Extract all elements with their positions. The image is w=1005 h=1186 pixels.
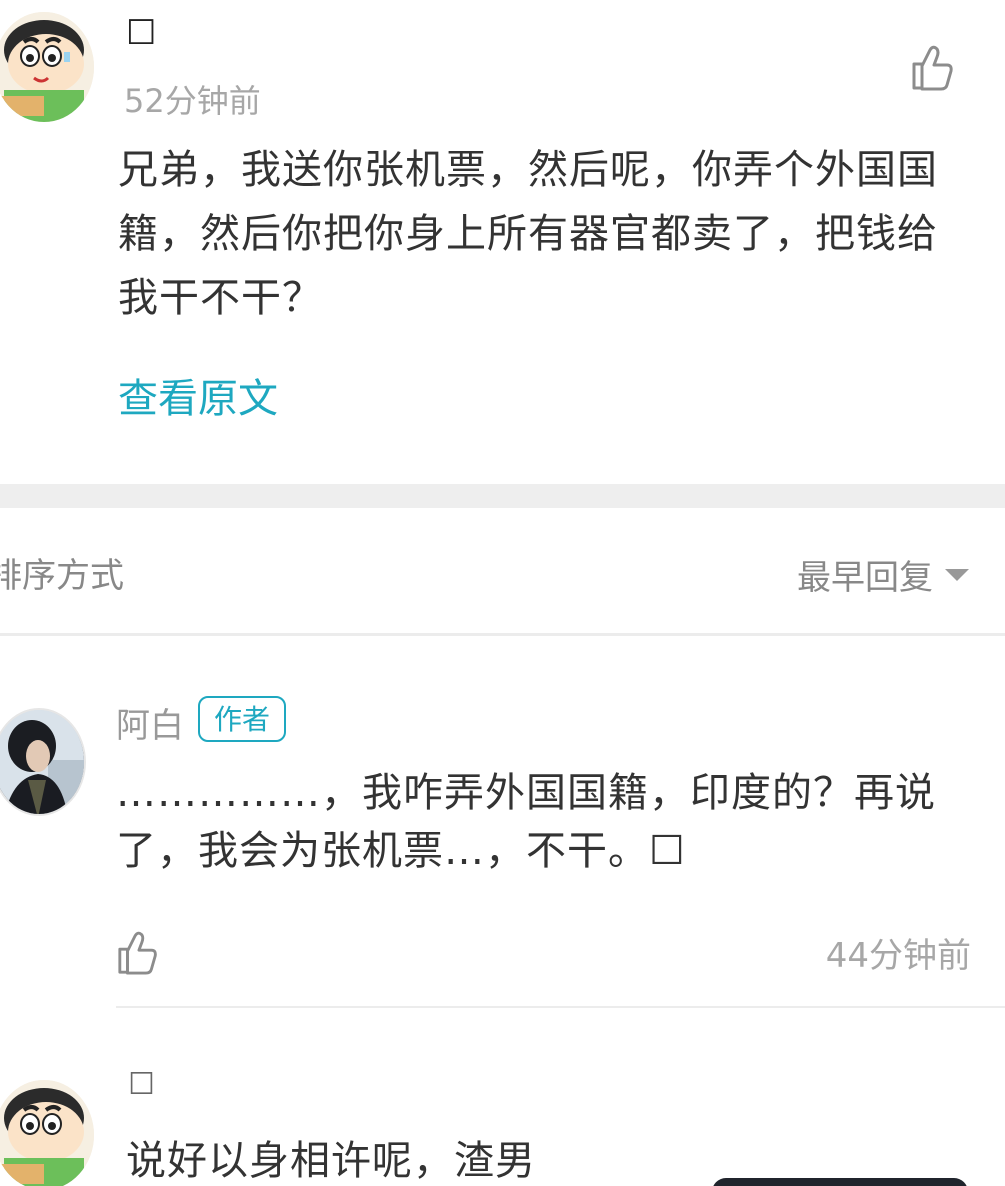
avatar[interactable]	[0, 708, 86, 816]
section-divider	[0, 484, 1005, 508]
avatar[interactable]	[0, 12, 94, 122]
top-comment: ☐ 52分钟前 兄弟，我送你张机票，然后呢，你弄个外国国籍，然后你把你身上所有器…	[0, 0, 1005, 484]
comment-body: 兄弟，我送你张机票，然后呢，你弄个外国国籍，然后你把你身上所有器官都卖了，把钱给…	[118, 147, 938, 321]
sort-selected-value: 最早回复	[797, 558, 933, 598]
profile-photo-icon	[0, 710, 84, 814]
chevron-down-icon	[945, 568, 969, 581]
comment-timestamp: 52分钟前	[124, 82, 261, 120]
cartoon-avatar-icon	[0, 12, 94, 122]
reply-body: ……………，我咋弄外国国籍，印度的？再说了，我会为张机票…，不干。☐	[116, 770, 936, 874]
thumbs-up-icon[interactable]	[116, 930, 160, 976]
view-original-link[interactable]: 查看原文	[118, 366, 278, 424]
sort-bar: 排序方式 最早回复	[0, 508, 1005, 636]
sort-dropdown[interactable]: 最早回复	[797, 550, 969, 599]
thumbs-up-icon[interactable]	[910, 44, 956, 92]
reply-timestamp: 44分钟前	[825, 936, 971, 976]
comment-thread-page: ☐ 52分钟前 兄弟，我送你张机票，然后呢，你弄个外国国籍，然后你把你身上所有器…	[0, 0, 1005, 1186]
floating-button-edge[interactable]	[712, 1178, 968, 1186]
author-badge: 作者	[198, 696, 287, 742]
reply-author-name[interactable]: 阿白	[116, 698, 184, 747]
avatar[interactable]	[0, 1080, 94, 1186]
cartoon-avatar-icon	[0, 1080, 94, 1186]
username[interactable]: ☐	[126, 16, 156, 50]
reply-item: ☐ 说好以身相许呢，渣男	[0, 1008, 1005, 1186]
sort-label: 排序方式	[0, 556, 124, 596]
reply-item: 阿白 作者 ……………，我咋弄外国国籍，印度的？再说了，我会为张机票…，不干。☐…	[0, 636, 1005, 1008]
username[interactable]: ☐	[128, 1070, 155, 1100]
